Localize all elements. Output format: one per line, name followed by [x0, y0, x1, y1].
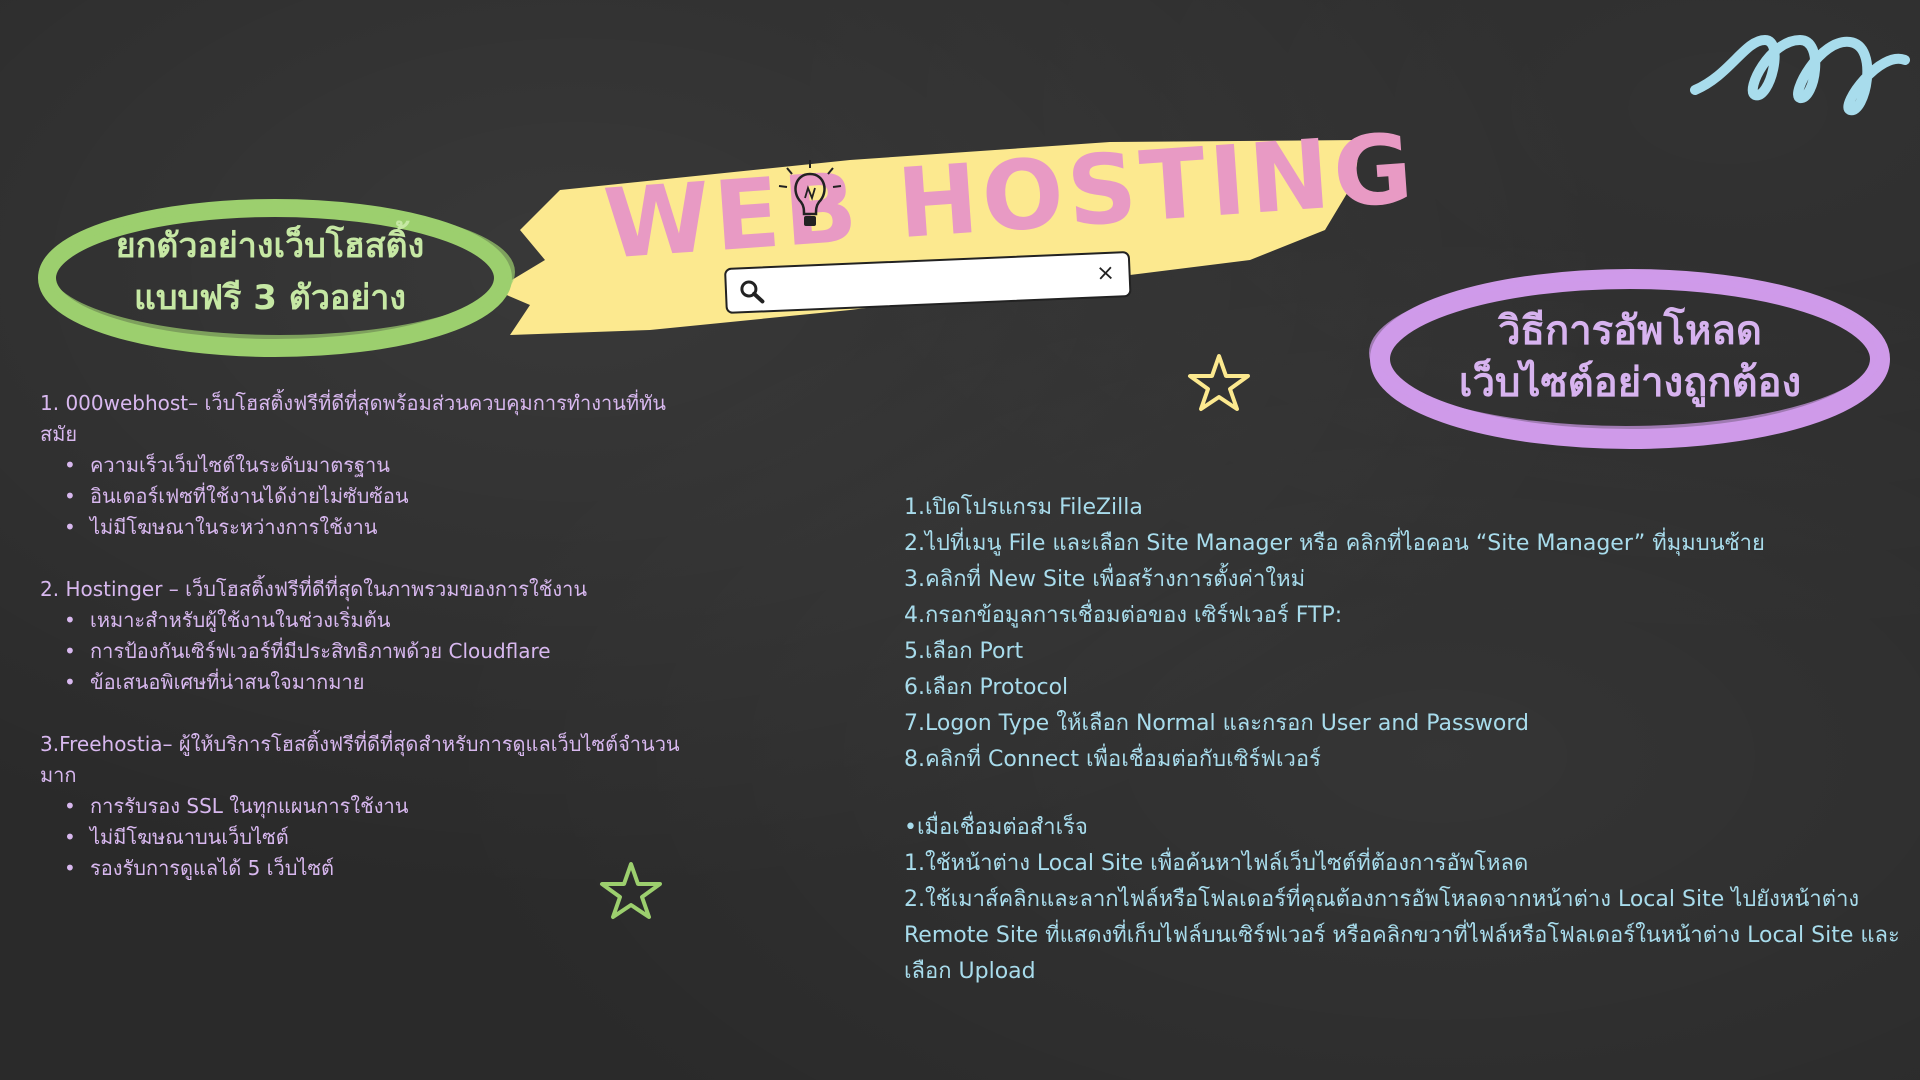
step-item: 2.ไปที่เมนู File และเลือก Site Manager ห… — [904, 531, 1765, 556]
list-item: ความเร็วเว็บไซต์ในระดับมาตรฐาน — [64, 450, 700, 481]
hosting-examples-list: 1. 000webhost– เว็บโฮสติ้งฟรีที่ดีที่สุด… — [40, 388, 700, 884]
example-bullets: ความเร็วเว็บไซต์ในระดับมาตรฐาน อินเตอร์เ… — [40, 450, 700, 543]
search-input[interactable] — [772, 261, 1078, 306]
example-heading: 2. Hostinger – เว็บโฮสติ้งฟรีที่ดีที่สุด… — [40, 577, 588, 601]
list-item: ไม่มีโฆษณาบนเว็บไซต์ — [64, 822, 700, 853]
step-item: 6.เลือก Protocol — [904, 675, 1069, 700]
step-item: 4.กรอกข้อมูลการเชื่อมต่อของ เซิร์ฟเวอร์ … — [904, 603, 1343, 628]
upload-badge-line2: เว็บไซต์อย่างถูกต้อง — [1458, 360, 1802, 406]
example-heading: 1. 000webhost– เว็บโฮสติ้งฟรีที่ดีที่สุด… — [40, 391, 666, 446]
examples-badge: ยกตัวอย่างเว็บโฮสติ้ง แบบฟรี 3 ตัวอย่าง — [60, 220, 480, 330]
list-item: การรับรอง SSL ในทุกแผนการใช้งาน — [64, 791, 700, 822]
upload-badge: วิธีการอัพโหลด เว็บไซต์อย่างถูกต้อง — [1390, 305, 1870, 415]
list-item: การป้องกันเซิร์ฟเวอร์ที่มีประสิทธิภาพด้ว… — [64, 636, 700, 667]
example-section: 1. 000webhost– เว็บโฮสติ้งฟรีที่ดีที่สุด… — [40, 388, 700, 543]
example-section: 3.Freehostia– ผู้ให้บริการโฮสติ้งฟรีที่ด… — [40, 729, 700, 884]
example-bullets: การรับรอง SSL ในทุกแผนการใช้งาน ไม่มีโฆษ… — [40, 791, 700, 884]
example-heading: 3.Freehostia– ผู้ให้บริการโฮสติ้งฟรีที่ด… — [40, 732, 680, 787]
list-item: อินเตอร์เฟซที่ใช้งานได้ง่ายไม่ซับซ้อน — [64, 481, 700, 512]
examples-badge-line2: แบบฟรี 3 ตัวอย่าง — [134, 278, 406, 318]
after-connect-item: 1.ใช้หน้าต่าง Local Site เพื่อค้นหาไฟล์เ… — [904, 851, 1529, 876]
step-item: 5.เลือก Port — [904, 639, 1024, 664]
example-section: 2. Hostinger – เว็บโฮสติ้งฟรีที่ดีที่สุด… — [40, 574, 700, 698]
list-item: ข้อเสนอพิเศษที่น่าสนใจมากมาย — [64, 667, 700, 698]
step-item: 8.คลิกที่ Connect เพื่อเชื่อมต่อกับเซิร์… — [904, 747, 1321, 772]
upload-badge-line1: วิธีการอัพโหลด — [1498, 308, 1762, 354]
swirl-icon — [1690, 34, 1910, 115]
after-connect-item: 2.ใช้เมาส์คลิกและลากไฟล์หรือโฟลเดอร์ที่ค… — [904, 887, 1900, 984]
list-item: เหมาะสำหรับผู้ใช้งานในช่วงเริ่มต้น — [64, 605, 700, 636]
upload-steps: 1.เปิดโปรแกรม FileZilla 2.ไปที่เมนู File… — [904, 490, 1904, 990]
after-connect-heading: •เมื่อเชื่อมต่อสำเร็จ — [904, 815, 1088, 840]
star-icon — [1188, 354, 1250, 411]
step-item: 1.เปิดโปรแกรม FileZilla — [904, 495, 1143, 520]
step-item: 7.Logon Type ให้เลือก Normal และกรอก Use… — [904, 711, 1529, 736]
list-item: รองรับการดูแลได้ 5 เว็บไซต์ — [64, 853, 700, 884]
lightbulb-icon — [778, 160, 842, 226]
search-icon[interactable] — [738, 278, 765, 305]
list-item: ไม่มีโฆษณาในระหว่างการใช้งาน — [64, 512, 700, 543]
example-bullets: เหมาะสำหรับผู้ใช้งานในช่วงเริ่มต้น การป้… — [40, 605, 700, 698]
step-item: 3.คลิกที่ New Site เพื่อสร้างการตั้งค่าใ… — [904, 567, 1306, 592]
close-icon[interactable]: × — [1092, 257, 1119, 290]
examples-badge-line1: ยกตัวอย่างเว็บโฮสติ้ง — [115, 226, 425, 266]
